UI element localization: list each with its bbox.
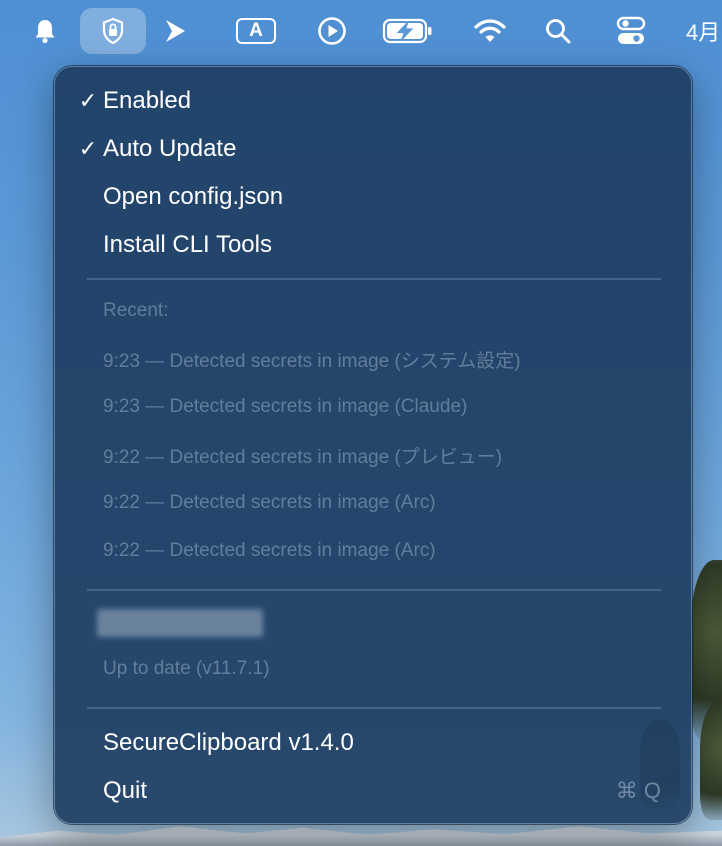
menu-bar: A 4月 — [0, 0, 722, 64]
wifi-icon[interactable] — [470, 8, 510, 54]
clock[interactable]: 4月 — [686, 8, 722, 54]
desktop-background: A 4月 ✓ Enabled ✓ Auto Update Open config… — [0, 0, 722, 846]
menu-item-enabled[interactable]: ✓ Enabled — [55, 79, 691, 123]
menu-item-auto-update[interactable]: ✓ Auto Update — [55, 127, 691, 171]
background-tree — [700, 700, 722, 820]
menu-separator — [87, 707, 661, 709]
recent-header-label: Recent: — [103, 300, 169, 321]
bell-icon[interactable] — [24, 8, 66, 54]
search-icon[interactable] — [538, 8, 578, 54]
control-center-icon[interactable] — [610, 8, 652, 54]
recent-entry-label: 9:22 — Detected secrets in image (Arc) — [103, 540, 436, 561]
redacted-text — [97, 609, 263, 637]
status-menu: ✓ Enabled ✓ Auto Update Open config.json… — [54, 66, 692, 824]
checkmark-icon: ✓ — [78, 88, 98, 113]
play-circle-icon[interactable] — [312, 8, 352, 54]
battery-charging-icon[interactable] — [380, 8, 436, 54]
recent-entry: 9:23 — Detected secrets in image (Claude… — [55, 385, 691, 429]
menu-separator — [87, 278, 661, 280]
keyboard-shortcut: ⌘ Q — [615, 778, 661, 803]
menu-item-quit[interactable]: Quit ⌘ Q — [55, 769, 691, 813]
menu-separator — [87, 589, 661, 591]
menu-item-label: Open config.json — [103, 183, 284, 210]
input-source-letter: A — [236, 18, 276, 44]
recent-entry: 9:22 — Detected secrets in image (Arc) — [55, 481, 691, 525]
menu-item-open-config[interactable]: Open config.json — [55, 175, 691, 219]
menu-item-app-version[interactable]: SecureClipboard v1.4.0 — [55, 721, 691, 765]
recent-entry-label: 9:22 — Detected secrets in image (Arc) — [103, 492, 436, 513]
checkmark-icon: ✓ — [78, 136, 98, 161]
menu-item-label: Auto Update — [103, 135, 237, 162]
shield-lock-icon[interactable] — [80, 8, 146, 54]
menu-item-label: Enabled — [103, 87, 192, 114]
recent-entry-label: 9:22 — Detected secrets in image (プレビュー) — [103, 446, 503, 468]
input-source-icon[interactable]: A — [230, 8, 282, 54]
update-status: Up to date (v11.7.1) — [55, 647, 691, 691]
menu-item-install-cli[interactable]: Install CLI Tools — [55, 223, 691, 267]
recent-entry-label: 9:23 — Detected secrets in image (Claude… — [103, 396, 468, 417]
menu-item-label: Quit — [103, 777, 148, 804]
menu-item-label: SecureClipboard v1.4.0 — [103, 729, 354, 756]
menu-item-label: Install CLI Tools — [103, 231, 272, 258]
recent-entry: 9:23 — Detected secrets in image (システム設定… — [55, 337, 691, 381]
recent-entry: 9:22 — Detected secrets in image (プレビュー) — [55, 433, 691, 477]
clock-text: 4月 — [686, 20, 721, 45]
update-status-label: Up to date (v11.7.1) — [103, 658, 270, 679]
recent-entry-label: 9:23 — Detected secrets in image (システム設定… — [103, 350, 521, 372]
chevron-right-icon[interactable] — [156, 8, 194, 54]
recent-header: Recent: — [55, 289, 691, 333]
recent-entry: 9:22 — Detected secrets in image (Arc) — [55, 529, 691, 573]
